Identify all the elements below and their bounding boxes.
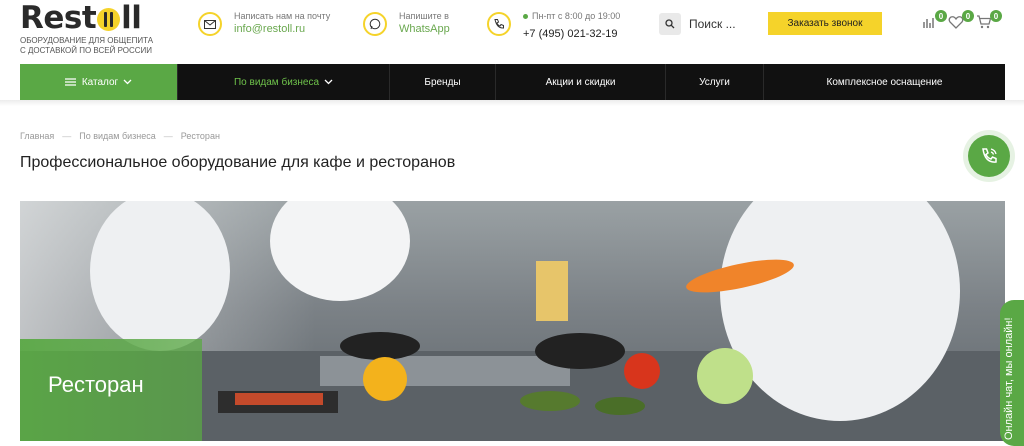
online-chat-label[interactable]: Онлайн чат, мы онлайн!: [1003, 317, 1015, 440]
chevron-down-icon: [123, 79, 132, 85]
email-link[interactable]: info@restoll.ru: [234, 22, 330, 36]
fork-knife-icon: [97, 7, 121, 31]
breadcrumb-business[interactable]: По видам бизнеса: [79, 131, 156, 141]
logo-wordmark: Rest ll: [20, 0, 142, 36]
phone-icon: [487, 12, 511, 36]
breadcrumb-current: Ресторан: [180, 131, 220, 141]
email-caption: Написать нам на почту: [234, 11, 331, 21]
logo[interactable]: Rest ll ОБОРУДОВАНИЕ ДЛЯ ОБЩЕПИТА С ДОСТА…: [20, 2, 160, 60]
nav-catalog[interactable]: Каталог: [20, 64, 178, 100]
callback-button[interactable]: Заказать звонок: [768, 12, 882, 35]
online-dot: [523, 14, 528, 20]
search-icon[interactable]: [659, 13, 681, 35]
phone-contact[interactable]: Пн-пт с 8:00 до 19:00 +7 (495) 021-32-19: [487, 10, 620, 41]
nav-business[interactable]: По видам бизнеса: [178, 64, 390, 100]
search-input[interactable]: Поиск ...: [689, 17, 736, 31]
chevron-down-icon: [324, 79, 333, 85]
breadcrumb-separator: —: [163, 131, 173, 141]
call-fab[interactable]: [968, 135, 1010, 177]
menu-icon: [64, 78, 76, 86]
whatsapp-caption: Напишите в: [399, 11, 449, 21]
nav-catalog-label: Каталог: [81, 76, 119, 88]
nav-brands-label: Бренды: [424, 76, 461, 88]
whatsapp-link[interactable]: WhatsApp: [399, 22, 450, 36]
breadcrumb-separator: —: [62, 131, 72, 141]
compare-count-badge: 0: [935, 10, 947, 22]
cart-count-badge: 0: [990, 10, 1002, 22]
hero-banner: Ресторан: [20, 201, 1005, 441]
whatsapp-contact[interactable]: Напишите в WhatsApp: [363, 10, 450, 36]
nav-complex[interactable]: Комплексное оснащение: [764, 64, 1005, 100]
hero-label: Ресторан: [48, 372, 144, 397]
nav-complex-label: Комплексное оснащение: [826, 76, 943, 88]
favorites-count-badge: 0: [962, 10, 974, 22]
search-box[interactable]: Поиск ...: [659, 13, 736, 35]
favorites-button[interactable]: 0: [948, 10, 974, 36]
logo-tagline: ОБОРУДОВАНИЕ ДЛЯ ОБЩЕПИТА С ДОСТАВКОЙ ПО…: [20, 36, 160, 56]
breadcrumb-home[interactable]: Главная: [20, 131, 54, 141]
phone-number[interactable]: +7 (495) 021-32-19: [523, 27, 620, 41]
tagline-line1: ОБОРУДОВАНИЕ ДЛЯ ОБЩЕПИТА: [20, 36, 154, 45]
compare-button[interactable]: 0: [921, 10, 947, 36]
nav-brands[interactable]: Бренды: [390, 64, 496, 100]
breadcrumb: Главная — По видам бизнеса — Ресторан: [20, 131, 220, 141]
nav-services[interactable]: Услуги: [666, 64, 764, 100]
site-header: Rest ll ОБОРУДОВАНИЕ ДЛЯ ОБЩЕПИТА С ДОСТА…: [0, 0, 1024, 64]
main-nav: Каталог По видам бизнеса Бренды Акции и …: [20, 64, 1005, 100]
email-contact[interactable]: Написать нам на почту info@restoll.ru: [198, 10, 330, 36]
nav-services-label: Услуги: [699, 76, 730, 88]
nav-sales[interactable]: Акции и скидки: [496, 64, 666, 100]
tagline-line2: С ДОСТАВКОЙ ПО ВСЕЙ РОССИИ: [20, 46, 152, 55]
cart-button[interactable]: 0: [976, 10, 1002, 36]
phone-call-icon: [982, 148, 997, 163]
nav-business-label: По видам бизнеса: [233, 76, 320, 88]
nav-sales-label: Акции и скидки: [545, 76, 616, 88]
page-title: Профессиональное оборудование для кафе и…: [20, 154, 456, 171]
header-shadow: [0, 100, 1024, 106]
work-hours: Пн-пт с 8:00 до 19:00: [532, 11, 621, 21]
whatsapp-icon: [363, 12, 387, 36]
mail-icon: [198, 12, 222, 36]
